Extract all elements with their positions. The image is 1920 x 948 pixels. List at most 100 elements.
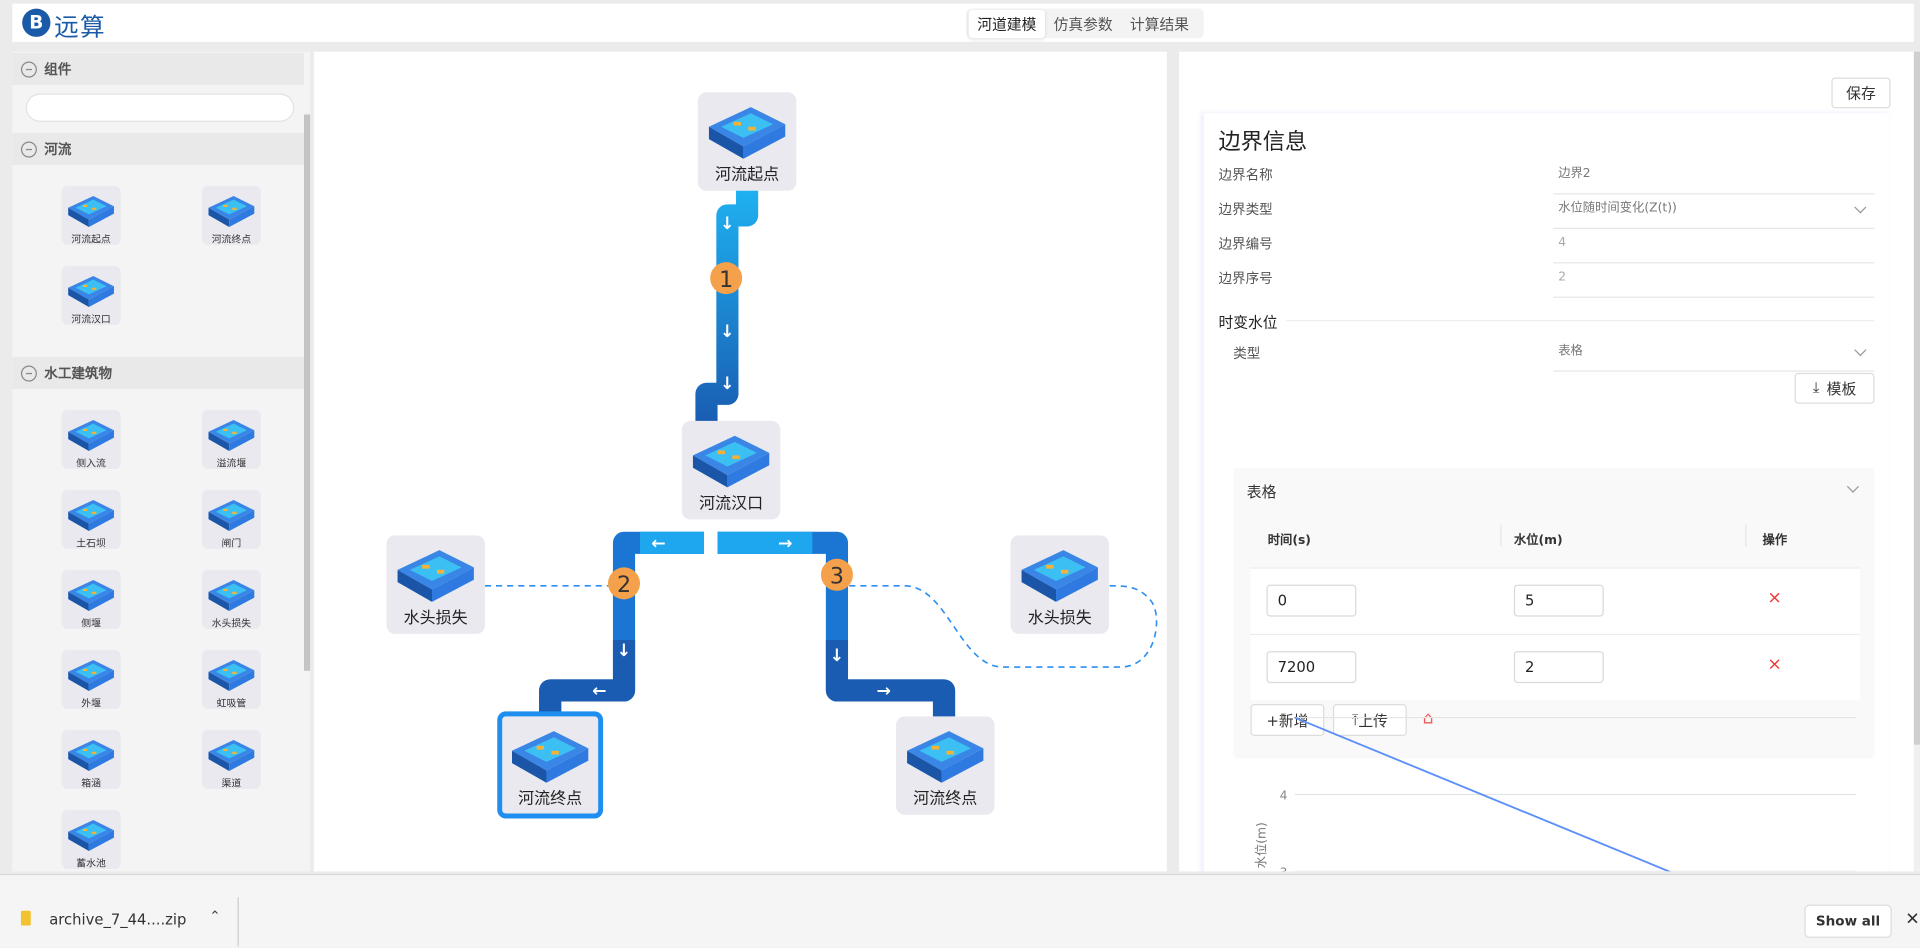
component-gate[interactable]: 闸门 xyxy=(201,489,261,549)
component-label: 河流终点 xyxy=(211,233,252,245)
close-icon[interactable]: ✕ xyxy=(1905,910,1919,930)
component-label: 渠道 xyxy=(221,777,242,789)
collapse-icon[interactable] xyxy=(20,140,37,157)
component-label: 虹吸管 xyxy=(216,697,247,709)
water-level-chart: 5 4 3 水位(m) xyxy=(1253,711,1857,872)
node-label: 河流终点 xyxy=(518,790,583,809)
zip-file-icon xyxy=(20,910,31,926)
node-river-end-left-selected[interactable]: 河流终点 xyxy=(497,711,604,819)
component-earth-dam[interactable]: 土石坝 xyxy=(61,489,121,549)
svg-text:3: 3 xyxy=(830,563,844,589)
component-reservoir[interactable]: 蓄水池 xyxy=(61,809,121,869)
svg-text:1: 1 xyxy=(719,267,733,293)
component-river-junction[interactable]: 河流汉口 xyxy=(61,265,121,325)
reach-badge-1[interactable]: 1 xyxy=(710,262,743,295)
flow-arrow-down-icon: ↓ xyxy=(830,646,844,666)
head-loss-icon xyxy=(206,574,258,613)
y-tick-label: 4 xyxy=(1280,788,1288,802)
reach-2-pipe-dark xyxy=(539,640,636,717)
channel-icon xyxy=(206,734,258,773)
component-side-inflow[interactable]: 侧入流 xyxy=(61,409,121,469)
component-outer-weir[interactable]: 外堰 xyxy=(61,649,121,709)
sidebar-scrollbar[interactable] xyxy=(304,114,311,671)
section-header-river[interactable]: 河流 xyxy=(12,132,305,165)
properties-panel: 保存 边界信息 边界名称 边界2 边界类型 水位随时间变化(Z(t)) 边界编号… xyxy=(1179,51,1914,872)
component-river-end[interactable]: 河流终点 xyxy=(201,185,261,245)
box-culvert-icon xyxy=(65,734,117,773)
node-label: 河流起点 xyxy=(715,166,780,185)
component-river-start[interactable]: 河流起点 xyxy=(61,185,121,245)
flow-arrow-right-icon: → xyxy=(876,682,890,702)
show-all-button[interactable]: Show all xyxy=(1804,904,1892,938)
node-label: 河流终点 xyxy=(913,790,978,809)
overflow-weir-icon xyxy=(206,414,258,453)
y-axis-label: 水位(m) xyxy=(1253,822,1268,868)
connector-dashed xyxy=(849,585,1158,668)
top-header: B 远算 xyxy=(12,3,1914,42)
river-start-icon xyxy=(704,97,790,161)
tab-results[interactable]: 计算结果 xyxy=(1121,9,1197,37)
earth-dam-icon xyxy=(65,494,117,533)
download-filename[interactable]: archive_7_44....zip xyxy=(49,911,186,928)
node-head-loss-right[interactable]: 水头损失 xyxy=(1010,535,1109,634)
component-search-input[interactable] xyxy=(25,93,295,122)
node-label: 河流汉口 xyxy=(699,494,764,514)
flow-arrow-right-icon: → xyxy=(778,534,792,554)
node-river-junction[interactable]: 河流汉口 xyxy=(681,420,781,520)
flow-arrow-left-icon: ← xyxy=(592,682,606,702)
node-river-start[interactable]: 河流起点 xyxy=(697,92,797,191)
chevron-up-icon[interactable]: ⌃ xyxy=(209,908,220,924)
siphon-icon xyxy=(206,654,258,693)
panel-scrollbar[interactable] xyxy=(1913,51,1920,745)
node-head-loss-left[interactable]: 水头损失 xyxy=(386,535,485,634)
component-channel[interactable]: 渠道 xyxy=(201,729,261,789)
component-label: 箱涵 xyxy=(81,777,101,789)
component-label: 土石坝 xyxy=(76,537,106,549)
river-junction-icon xyxy=(688,426,774,490)
head-loss-icon xyxy=(1017,540,1103,604)
river-end-icon xyxy=(206,190,258,229)
section-title: 河流 xyxy=(44,141,72,158)
reach-badge-3[interactable]: 3 xyxy=(820,558,853,591)
logo-text: 远算 xyxy=(54,12,106,42)
boundary-info-card: 边界信息 边界名称 边界2 边界类型 水位随时间变化(Z(t)) 边界编号 4 … xyxy=(1203,113,1890,872)
y-tick-label: 5 xyxy=(1280,711,1288,725)
component-side-weir[interactable]: 侧堰 xyxy=(61,569,121,629)
tab-river-modeling[interactable]: 河道建模 xyxy=(968,9,1045,38)
river-start-icon xyxy=(65,190,117,229)
component-label: 水头损失 xyxy=(211,617,252,629)
node-label: 水头损失 xyxy=(1027,609,1092,628)
component-label: 侧堰 xyxy=(81,617,101,629)
reach-3-pipe-dark xyxy=(825,640,956,721)
component-overflow-weir[interactable]: 溢流堰 xyxy=(201,409,261,469)
flow-arrow-down-icon: ↓ xyxy=(720,214,734,234)
main-tabs: 河道建模 仿真参数 计算结果 xyxy=(966,8,1204,39)
component-label: 河流汉口 xyxy=(71,313,111,325)
component-head-loss[interactable]: 水头损失 xyxy=(201,569,261,629)
component-siphon[interactable]: 虹吸管 xyxy=(201,649,261,709)
river-junction-icon xyxy=(65,270,117,309)
logo-icon: B xyxy=(22,8,51,37)
model-canvas[interactable]: ↓ ↓ ↓ ← ↓ ← → ↓ → 1 2 3 河流起点 河流汉口 水头损失 水… xyxy=(313,51,1167,872)
reach-badge-2[interactable]: 2 xyxy=(608,567,641,600)
component-sidebar: 组件 河流 河流起点 河流终点河流汉口 水工建筑物 侧入流 溢流堰土石坝 闸门侧堰 水头… xyxy=(12,51,311,872)
head-loss-icon xyxy=(393,540,479,604)
river-end-icon xyxy=(507,721,593,785)
section-header-components[interactable]: 组件 xyxy=(12,52,305,85)
component-label: 闸门 xyxy=(221,537,242,549)
tab-simulation-params[interactable]: 仿真参数 xyxy=(1045,9,1121,37)
flow-arrow-left-icon: ← xyxy=(651,534,665,554)
collapse-icon[interactable] xyxy=(20,60,37,77)
flow-arrow-down-icon: ↓ xyxy=(617,641,631,661)
download-bar: archive_7_44....zip ⌃ Show all ✕ xyxy=(0,873,1920,948)
component-box-culvert[interactable]: 箱涵 xyxy=(61,729,121,789)
gate-icon xyxy=(206,494,258,533)
river-end-icon xyxy=(902,721,988,785)
node-river-end-right[interactable]: 河流终点 xyxy=(896,716,995,815)
reservoir-icon xyxy=(65,814,117,853)
section-title: 水工建筑物 xyxy=(44,365,113,382)
node-label: 水头损失 xyxy=(403,609,468,628)
section-header-hydraulic-structures[interactable]: 水工建筑物 xyxy=(12,356,305,389)
collapse-icon[interactable] xyxy=(20,364,37,381)
y-tick-label: 3 xyxy=(1280,865,1288,871)
